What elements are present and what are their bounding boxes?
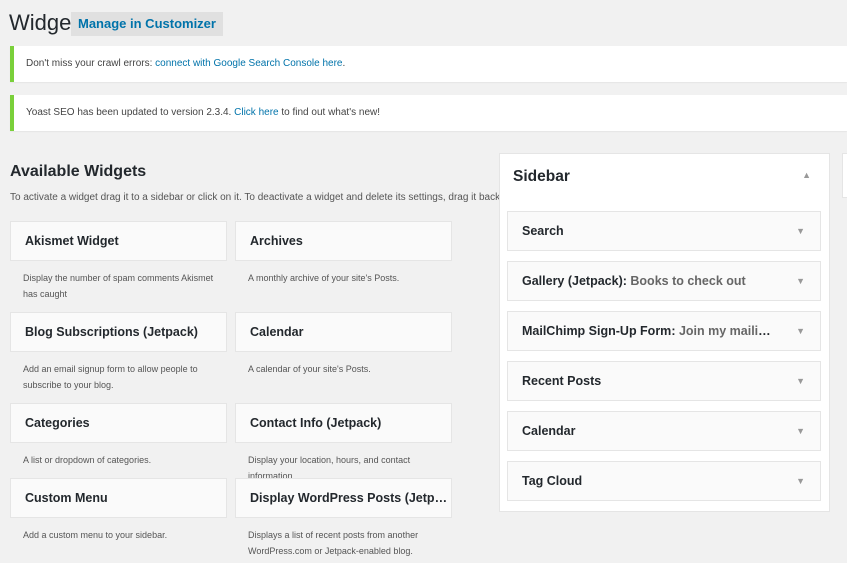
available-widgets-title: Available Widgets: [10, 163, 147, 180]
widget-name: Search: [522, 224, 564, 238]
widget-name: Tag Cloud: [522, 474, 583, 488]
sidebar-widget-calendar[interactable]: Calendar ▼: [507, 411, 821, 451]
widget-name: Recent Posts: [522, 374, 602, 388]
sidebar-widget-gallery[interactable]: Gallery (Jetpack): Books to check out ▼: [507, 261, 821, 301]
sidebar-widget-mailchimp[interactable]: MailChimp Sign-Up Form: Join my mailing …: [507, 311, 821, 351]
collapse-arrow-icon[interactable]: ▲: [802, 170, 811, 180]
expand-arrow-icon[interactable]: ▼: [796, 412, 805, 450]
widget-description: Displays a list of recent posts from ano…: [248, 530, 419, 556]
sidebar-widget-search[interactable]: Search ▼: [507, 211, 821, 251]
available-widgets-description: To activate a widget drag it to a sideba…: [10, 192, 503, 203]
widget-description: A monthly archive of your site's Posts.: [248, 273, 400, 283]
widget-categories[interactable]: Categories: [10, 403, 227, 443]
widget-description: Add a custom menu to your sidebar.: [23, 530, 168, 540]
notice-yoast-update: Yoast SEO has been updated to version 2.…: [10, 95, 847, 131]
widget-instance-title: Join my mailing ...: [678, 324, 777, 338]
widget-description: A list or dropdown of categories.: [23, 455, 152, 465]
widget-description: A calendar of your site's Posts.: [248, 364, 371, 374]
widget-calendar[interactable]: Calendar: [235, 312, 452, 352]
widget-custom-menu[interactable]: Custom Menu: [10, 478, 227, 518]
widget-archives[interactable]: Archives: [235, 221, 452, 261]
widget-contact-info[interactable]: Contact Info (Jetpack): [235, 403, 452, 443]
manage-in-customizer-button[interactable]: Manage in Customizer: [71, 12, 223, 36]
widget-name: MailChimp Sign-Up Form: [522, 324, 672, 338]
widget-akismet[interactable]: Akismet Widget: [10, 221, 227, 261]
notice-text: Don't miss your crawl errors:: [26, 58, 156, 69]
notice-suffix: .: [342, 58, 346, 69]
sidebar-widget-recent-posts[interactable]: Recent Posts ▼: [507, 361, 821, 401]
sidebar-panel: Sidebar ▲ Search ▼ Gallery (Jetpack): Bo…: [499, 153, 830, 512]
notice-text: Yoast SEO has been updated to version 2.…: [26, 107, 235, 118]
click-here-link[interactable]: Click here: [234, 107, 278, 118]
notice-crawl-errors: Don't miss your crawl errors: connect wi…: [10, 46, 847, 82]
widget-description: Add an email signup form to allow people…: [23, 364, 198, 390]
widget-name: Calendar: [522, 424, 576, 438]
expand-arrow-icon[interactable]: ▼: [796, 462, 805, 500]
widget-blog-subscriptions[interactable]: Blog Subscriptions (Jetpack): [10, 312, 227, 352]
widget-display-wordpress-posts[interactable]: Display WordPress Posts (Jetpack): [235, 478, 452, 518]
sidebar-title[interactable]: Sidebar: [513, 168, 570, 186]
expand-arrow-icon[interactable]: ▼: [796, 362, 805, 400]
widget-instance-title: Books to check out: [630, 274, 746, 288]
sidebar-widget-tag-cloud[interactable]: Tag Cloud ▼: [507, 461, 821, 501]
expand-arrow-icon[interactable]: ▼: [796, 262, 805, 300]
widget-name: Gallery (Jetpack): [522, 274, 623, 288]
notice-suffix: to find out what's new!: [278, 107, 381, 118]
next-sidebar-panel-edge[interactable]: [842, 153, 847, 198]
expand-arrow-icon[interactable]: ▼: [796, 212, 805, 250]
search-console-link[interactable]: connect with Google Search Console here: [155, 58, 342, 69]
widget-description: Display the number of spam comments Akis…: [23, 273, 214, 299]
expand-arrow-icon[interactable]: ▼: [796, 312, 805, 350]
